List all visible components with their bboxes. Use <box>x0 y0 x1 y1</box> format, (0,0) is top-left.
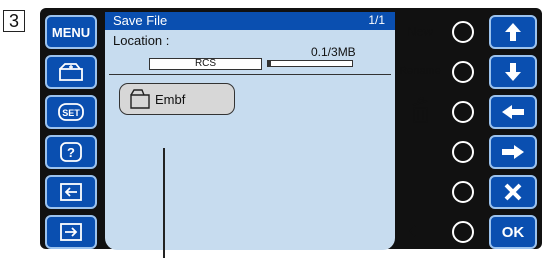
back-softkey[interactable] <box>395 220 445 243</box>
softkey-circle-5[interactable] <box>452 181 474 203</box>
trash-icon <box>412 97 428 123</box>
menu-button[interactable]: MENU <box>45 15 97 49</box>
down-button[interactable] <box>489 55 537 89</box>
capacity-fill <box>268 61 271 66</box>
title-bar: Save File 1/1 <box>105 12 395 30</box>
lcd-screen: Save File 1/1 Location : 0.1/3MB RCS Emb… <box>105 12 395 250</box>
folder-tab-button[interactable] <box>45 55 97 89</box>
help-button[interactable]: ? <box>45 135 97 169</box>
arrow-down-icon <box>505 63 521 81</box>
capacity-bar <box>267 60 353 67</box>
ok-button[interactable]: OK <box>489 215 537 249</box>
location-label: Location : <box>113 33 170 48</box>
leader-line <box>163 148 165 258</box>
left-button[interactable] <box>489 95 537 129</box>
menu-label: MENU <box>51 24 91 40</box>
set-button[interactable]: SET <box>45 95 97 129</box>
return-button[interactable] <box>45 215 97 249</box>
softkey-circle-4[interactable] <box>452 141 474 163</box>
svg-text:SET: SET <box>62 108 80 118</box>
softkey-circle-2[interactable] <box>452 61 474 83</box>
folder-item[interactable]: Embf <box>119 83 235 115</box>
return-arrow-icon <box>60 223 82 241</box>
folder-icon <box>130 89 150 109</box>
ok-label: OK <box>501 223 525 241</box>
folder-tab-icon <box>59 63 83 81</box>
up-button[interactable] <box>489 15 537 49</box>
delete-softkey[interactable] <box>395 96 445 129</box>
question-icon: ? <box>60 142 82 162</box>
return-icon <box>408 222 431 237</box>
set-icon: SET <box>58 103 84 121</box>
softkey-circle-6[interactable] <box>452 221 474 243</box>
folder-name: Embf <box>155 92 186 107</box>
right-button[interactable] <box>489 135 537 169</box>
rename-softkey[interactable]: Rename <box>395 65 445 77</box>
location-field[interactable]: RCS <box>149 58 262 70</box>
arrow-right-icon <box>502 145 524 159</box>
screen-title: Save File <box>113 13 168 28</box>
step-number: 3 <box>3 10 25 32</box>
exit-button[interactable] <box>45 175 97 209</box>
new-softkey[interactable]: New <box>395 24 445 39</box>
svg-text:?: ? <box>67 145 75 160</box>
capacity-text: 0.1/3MB <box>311 45 356 59</box>
exit-arrow-icon <box>60 183 82 201</box>
arrow-left-icon <box>502 105 524 119</box>
cancel-button[interactable] <box>489 175 537 209</box>
x-icon <box>504 183 522 201</box>
divider <box>109 74 391 75</box>
softkey-circle-3[interactable] <box>452 101 474 123</box>
softkey-circle-1[interactable] <box>452 21 474 43</box>
page-indicator: 1/1 <box>368 13 385 27</box>
arrow-up-icon <box>505 23 521 41</box>
